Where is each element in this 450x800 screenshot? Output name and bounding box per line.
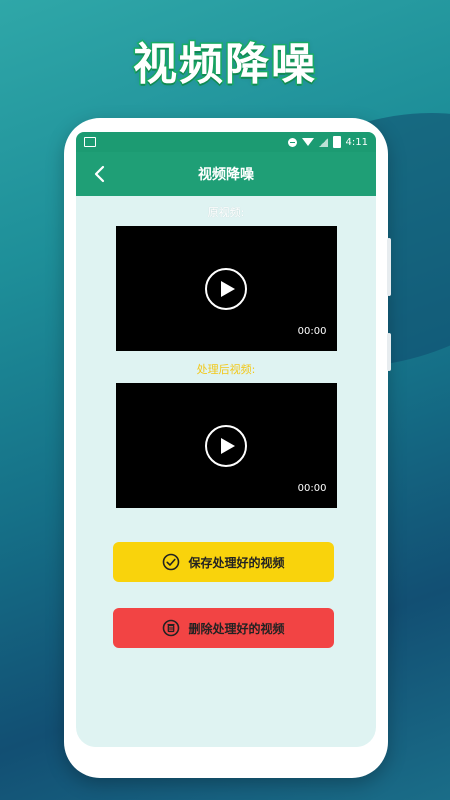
app-screen: 4:11 视频降噪 原视频: 00:00 处理后视频: 00:00 保存处理好的… bbox=[76, 132, 376, 747]
delete-processed-video-button[interactable]: 删除处理好的视频 bbox=[113, 608, 334, 648]
phone-side-button-lower bbox=[387, 333, 391, 371]
delete-button-label: 删除处理好的视频 bbox=[188, 621, 285, 636]
app-bar: 视频降噪 bbox=[76, 152, 376, 196]
play-icon bbox=[220, 280, 235, 297]
original-video-time: 00:00 bbox=[297, 326, 327, 337]
page-title: 视频降噪 bbox=[198, 167, 254, 183]
check-circle-icon bbox=[162, 553, 180, 571]
original-video-label: 原视频: bbox=[207, 206, 245, 219]
processed-video-time: 00:00 bbox=[297, 483, 327, 494]
status-time: 4:11 bbox=[345, 136, 368, 148]
phone-side-button-upper bbox=[387, 238, 391, 296]
back-button[interactable] bbox=[90, 163, 110, 185]
promo-title: 视频降噪 bbox=[132, 38, 317, 92]
original-video-player[interactable]: 00:00 bbox=[115, 226, 337, 351]
save-processed-video-button[interactable]: 保存处理好的视频 bbox=[113, 542, 334, 582]
play-icon bbox=[220, 437, 235, 454]
trash-icon bbox=[162, 619, 180, 637]
chevron-left-icon bbox=[94, 165, 105, 183]
image-icon bbox=[84, 137, 96, 147]
processed-video-player[interactable]: 00:00 bbox=[115, 383, 337, 508]
processed-play-button[interactable] bbox=[205, 424, 247, 467]
signal-off-icon bbox=[318, 137, 328, 147]
dnd-icon bbox=[287, 137, 297, 147]
wifi-icon bbox=[301, 138, 314, 146]
screen-bottom bbox=[76, 733, 376, 747]
processed-video-label: 处理后视频: bbox=[196, 363, 256, 376]
phone-frame: 4:11 视频降噪 原视频: 00:00 处理后视频: 00:00 保存处理好的… bbox=[64, 118, 391, 778]
battery-icon bbox=[332, 136, 341, 148]
status-bar: 4:11 bbox=[76, 132, 376, 152]
save-button-label: 保存处理好的视频 bbox=[188, 555, 285, 570]
original-play-button[interactable] bbox=[205, 267, 247, 310]
